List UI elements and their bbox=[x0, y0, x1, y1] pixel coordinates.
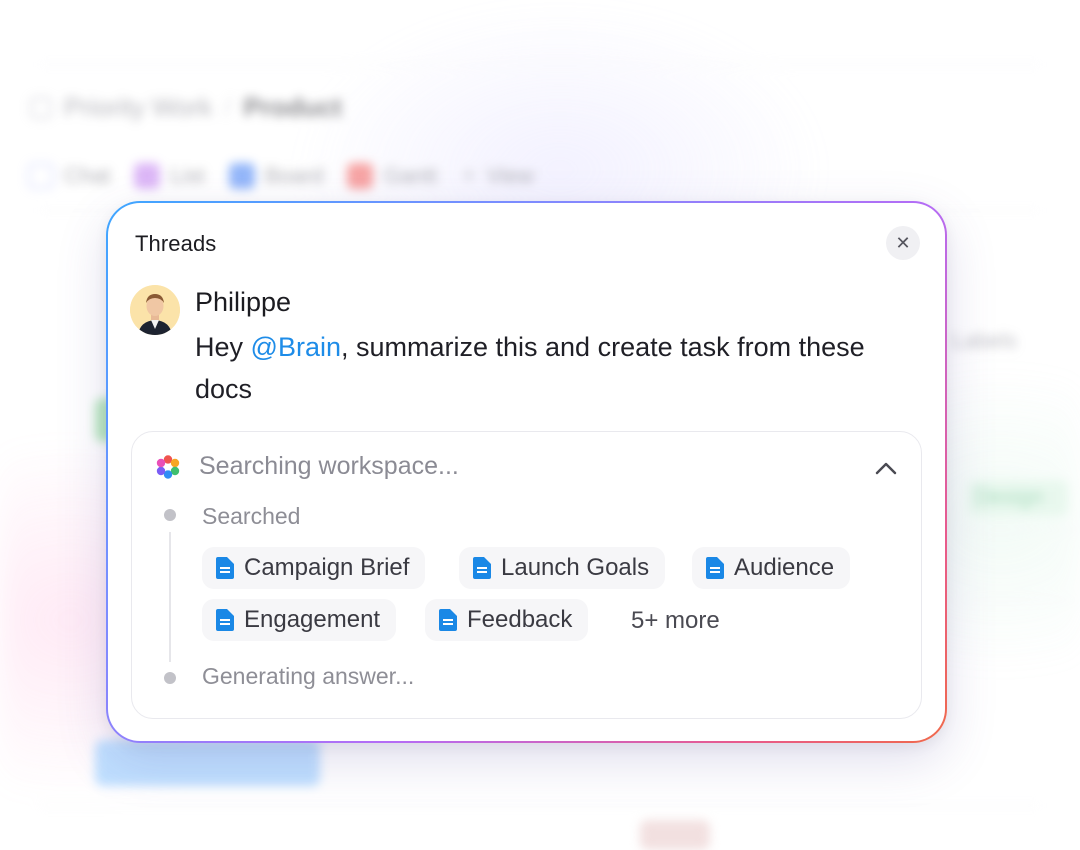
step-searched: Searched bbox=[202, 503, 301, 529]
folder-icon bbox=[30, 96, 52, 119]
threads-card-body: Threads ✕ Philippe Hey @Brain, summarize… bbox=[108, 203, 945, 741]
search-progress-panel: Searching workspace... Searched Campaign… bbox=[131, 431, 922, 719]
app-stage: Priority Work / Product Chat List Board … bbox=[0, 0, 1080, 850]
mention-brain[interactable]: @Brain bbox=[251, 332, 341, 362]
avatar-group bbox=[640, 820, 710, 850]
breadcrumb-current[interactable]: Product bbox=[244, 92, 342, 123]
document-icon bbox=[216, 557, 234, 579]
tab-chat[interactable]: Chat bbox=[28, 162, 111, 189]
breadcrumb: Priority Work / Product bbox=[30, 92, 342, 123]
tab-gantt[interactable]: Gantt bbox=[347, 162, 438, 189]
status-label: Design bbox=[975, 484, 1044, 509]
chat-icon bbox=[28, 162, 54, 189]
search-status: Searching workspace... bbox=[199, 452, 459, 480]
avatar-photo bbox=[130, 285, 180, 335]
doc-chip-label: Launch Goals bbox=[501, 554, 650, 581]
doc-chip-launch-goals[interactable]: Launch Goals bbox=[459, 547, 666, 589]
doc-chip-campaign-brief[interactable]: Campaign Brief bbox=[202, 547, 426, 589]
tab-list[interactable]: List bbox=[134, 162, 205, 189]
more-docs-link[interactable]: 5+ more bbox=[631, 607, 720, 635]
message-author: Philippe bbox=[195, 287, 292, 317]
divider bbox=[40, 64, 1040, 65]
card-title: Threads bbox=[135, 231, 217, 256]
avatar[interactable] bbox=[130, 285, 180, 335]
timeline-dot bbox=[164, 672, 176, 684]
tab-label: Chat bbox=[64, 162, 111, 188]
doc-chip-label: Feedback bbox=[467, 606, 573, 633]
plus-icon: + bbox=[461, 160, 477, 190]
tab-label: List bbox=[170, 162, 205, 188]
document-icon bbox=[216, 609, 234, 631]
status-chip bbox=[968, 480, 1068, 516]
doc-chip-feedback[interactable]: Feedback bbox=[425, 599, 589, 641]
chevron-up-icon bbox=[875, 462, 897, 475]
timeline-line bbox=[169, 532, 171, 662]
collapse-button[interactable] bbox=[870, 452, 902, 484]
message-text-before: Hey bbox=[195, 332, 251, 362]
document-icon bbox=[473, 557, 491, 579]
document-icon bbox=[706, 557, 724, 579]
tab-label: Gantt bbox=[383, 162, 438, 188]
threads-card: Threads ✕ Philippe Hey @Brain, summarize… bbox=[106, 201, 947, 743]
doc-chip-label: Audience bbox=[734, 554, 835, 581]
breadcrumb-separator: / bbox=[224, 92, 232, 122]
message-text: Hey @Brain, summarize this and create ta… bbox=[195, 326, 895, 410]
document-icon bbox=[439, 609, 457, 631]
column-header: Labels bbox=[952, 328, 1017, 353]
tab-label: Board bbox=[264, 162, 324, 188]
gantt-icon bbox=[347, 162, 374, 189]
timeline-dot bbox=[164, 509, 176, 521]
brain-icon bbox=[156, 455, 180, 479]
close-icon: ✕ bbox=[895, 233, 911, 253]
divider bbox=[960, 530, 1080, 531]
group-chip bbox=[95, 740, 320, 786]
divider bbox=[40, 805, 1040, 806]
step-generating: Generating answer... bbox=[202, 663, 415, 689]
board-icon bbox=[228, 162, 255, 189]
doc-chip-audience[interactable]: Audience bbox=[692, 547, 851, 589]
doc-chip-label: Campaign Brief bbox=[244, 554, 410, 581]
close-button[interactable]: ✕ bbox=[886, 226, 920, 260]
tab-board[interactable]: Board bbox=[228, 162, 324, 189]
breadcrumb-parent[interactable]: Priority Work bbox=[64, 92, 212, 123]
view-tabs: Chat List Board Gantt + View bbox=[28, 160, 534, 191]
doc-chip-engagement[interactable]: Engagement bbox=[202, 599, 397, 641]
doc-chip-label: Engagement bbox=[244, 606, 381, 633]
add-view-label: View bbox=[486, 162, 534, 188]
list-icon bbox=[134, 162, 161, 189]
add-view-button[interactable]: + View bbox=[461, 160, 533, 191]
divider bbox=[960, 600, 1080, 601]
